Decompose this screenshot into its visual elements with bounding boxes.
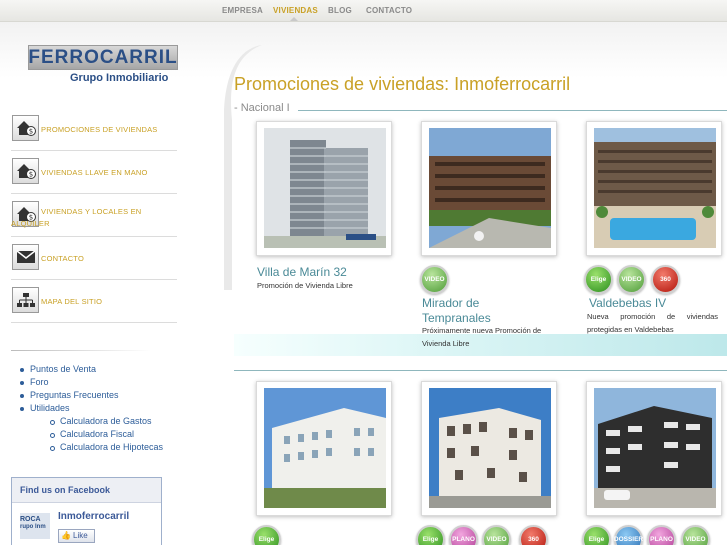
badge-label: VIDEO: [621, 276, 642, 283]
360-badge[interactable]: 360: [651, 265, 680, 294]
badge-label: Elige: [590, 276, 607, 283]
promotion-card-3[interactable]: [586, 121, 722, 256]
video-badge[interactable]: VIDEO: [482, 525, 511, 545]
promotion-title[interactable]: Villa de Marín 32: [257, 265, 347, 280]
utilidades-sublist: Calculadora de Gastos Calculadora Fiscal…: [50, 416, 163, 455]
plano-badge[interactable]: PLANO: [449, 525, 478, 545]
badge-label: VIDEO: [685, 536, 706, 543]
badge-label: 360: [660, 276, 671, 283]
promotion-card-5[interactable]: [421, 381, 557, 516]
badge-label: Elige: [422, 536, 439, 543]
video-badge[interactable]: VIDEO: [420, 265, 449, 294]
badge-label: Elige: [588, 536, 605, 543]
building-photo[interactable]: [264, 128, 386, 248]
building-photo[interactable]: [594, 128, 716, 248]
house-euro-icon: $: [12, 115, 39, 141]
logo-text: FERROCARRIL: [28, 46, 178, 68]
top-nav: EMPRESA VIVIENDAS BLOG CONTACTO: [0, 0, 727, 22]
nav-empresa[interactable]: EMPRESA: [222, 6, 263, 15]
section-rule: [298, 110, 727, 111]
promotion-desc: Próximamente nueva Promoción de Vivienda…: [422, 326, 542, 348]
link-calculadora-hipotecas[interactable]: Calculadora de Hipotecas: [50, 442, 163, 455]
promotion-card-6[interactable]: [586, 381, 722, 516]
elige-badge[interactable]: Elige: [584, 265, 613, 294]
link-preguntas-frecuentes[interactable]: Preguntas Frecuentes: [20, 390, 163, 403]
promotion-card-4[interactable]: [256, 381, 392, 516]
elige-badge[interactable]: Elige: [582, 525, 611, 545]
envelope-icon: [12, 244, 39, 270]
link-utilidades[interactable]: Utilidades: [20, 403, 163, 416]
badge-label: 360: [528, 536, 539, 543]
active-nav-marker: [290, 17, 298, 21]
promotion-desc: Nueva promoción de viviendas protegidas …: [587, 312, 718, 334]
promotion-title[interactable]: Mirador de Tempranales: [422, 296, 542, 326]
building-photo[interactable]: [594, 388, 716, 508]
logo-sub: rupo Inm: [20, 524, 46, 530]
side-menu: $ PROMOCIONES DE VIVIENDAS $ VIVIENDAS L…: [11, 108, 177, 323]
video-badge[interactable]: VIDEO: [617, 265, 646, 294]
badge-label: PLANO: [650, 536, 673, 543]
elige-badge[interactable]: Elige: [252, 525, 281, 545]
nav-blog[interactable]: BLOG: [328, 6, 352, 15]
logo-text: ROCA: [20, 516, 41, 523]
promotion-desc: Promoción de Vivienda Libre: [257, 281, 353, 290]
sidebar-item-label: PROMOCIONES DE VIVIENDAS: [41, 125, 158, 134]
sidebar-item-label: VIVIENDAS Y LOCALES EN ALQUILER: [11, 207, 142, 228]
secondary-links: Puntos de Venta Foro Preguntas Frecuente…: [20, 364, 163, 455]
360-badge[interactable]: 360: [519, 525, 548, 545]
elige-badge[interactable]: Elige: [416, 525, 445, 545]
sidebar-item-label: MAPA DEL SITIO: [41, 297, 103, 306]
video-badge[interactable]: VIDEO: [681, 525, 710, 545]
sitemap-icon: [12, 287, 39, 313]
building-photo[interactable]: [429, 388, 551, 508]
promotion-card-1[interactable]: [256, 121, 392, 256]
sidebar-item-label: CONTACTO: [41, 254, 84, 263]
divider: [11, 350, 151, 351]
page-title: Promociones de viviendas: Inmoferrocarri…: [234, 74, 571, 94]
sidebar-item-label: VIVIENDAS LLAVE EN MANO: [41, 168, 148, 177]
badge-label: VIDEO: [424, 276, 445, 283]
sidebar-item-llave-en-mano[interactable]: $ VIVIENDAS LLAVE EN MANO: [11, 151, 177, 194]
facebook-page-logo[interactable]: ROCA rupo Inm: [20, 513, 50, 539]
svg-text:$: $: [28, 171, 32, 179]
logo[interactable]: FERROCARRIL: [28, 45, 178, 70]
badge-label: Elige: [258, 536, 275, 543]
nav-contacto[interactable]: CONTACTO: [366, 6, 412, 15]
like-button[interactable]: Like: [58, 529, 95, 543]
facebook-page-name[interactable]: Inmoferrocarril: [58, 511, 129, 522]
promotion-card-2[interactable]: [421, 121, 557, 256]
promotion-title[interactable]: Valdebebas IV: [589, 296, 666, 311]
logo-subtitle: Grupo Inmobiliario: [70, 72, 169, 84]
badge-label: DOSSIER: [613, 536, 644, 543]
row-divider: [234, 370, 727, 371]
dossier-badge[interactable]: DOSSIER: [614, 525, 643, 545]
building-photo[interactable]: [264, 388, 386, 508]
badge-label: VIDEO: [486, 536, 507, 543]
sidebar-item-mapa[interactable]: MAPA DEL SITIO: [11, 280, 177, 323]
svg-text:$: $: [28, 128, 32, 136]
nav-viviendas[interactable]: VIVIENDAS: [273, 6, 318, 15]
badge-label: PLANO: [452, 536, 475, 543]
link-foro[interactable]: Foro: [20, 377, 163, 390]
sidebar-item-alquiler[interactable]: $ VIVIENDAS Y LOCALES EN ALQUILER: [11, 194, 177, 237]
house-euro-icon: $: [12, 158, 39, 184]
building-photo[interactable]: [429, 128, 551, 248]
link-calculadora-fiscal[interactable]: Calculadora Fiscal: [50, 429, 163, 442]
sidebar-item-contacto[interactable]: CONTACTO: [11, 237, 177, 280]
link-calculadora-gastos[interactable]: Calculadora de Gastos: [50, 416, 163, 429]
plano-badge[interactable]: PLANO: [647, 525, 676, 545]
sidebar-item-promociones[interactable]: $ PROMOCIONES DE VIVIENDAS: [11, 108, 177, 151]
link-puntos-de-venta[interactable]: Puntos de Venta: [20, 364, 163, 377]
facebook-box: Find us on Facebook ROCA rupo Inm Inmofer…: [11, 477, 162, 545]
facebook-heading: Find us on Facebook: [12, 478, 161, 503]
section-label: - Nacional I: [234, 102, 290, 114]
